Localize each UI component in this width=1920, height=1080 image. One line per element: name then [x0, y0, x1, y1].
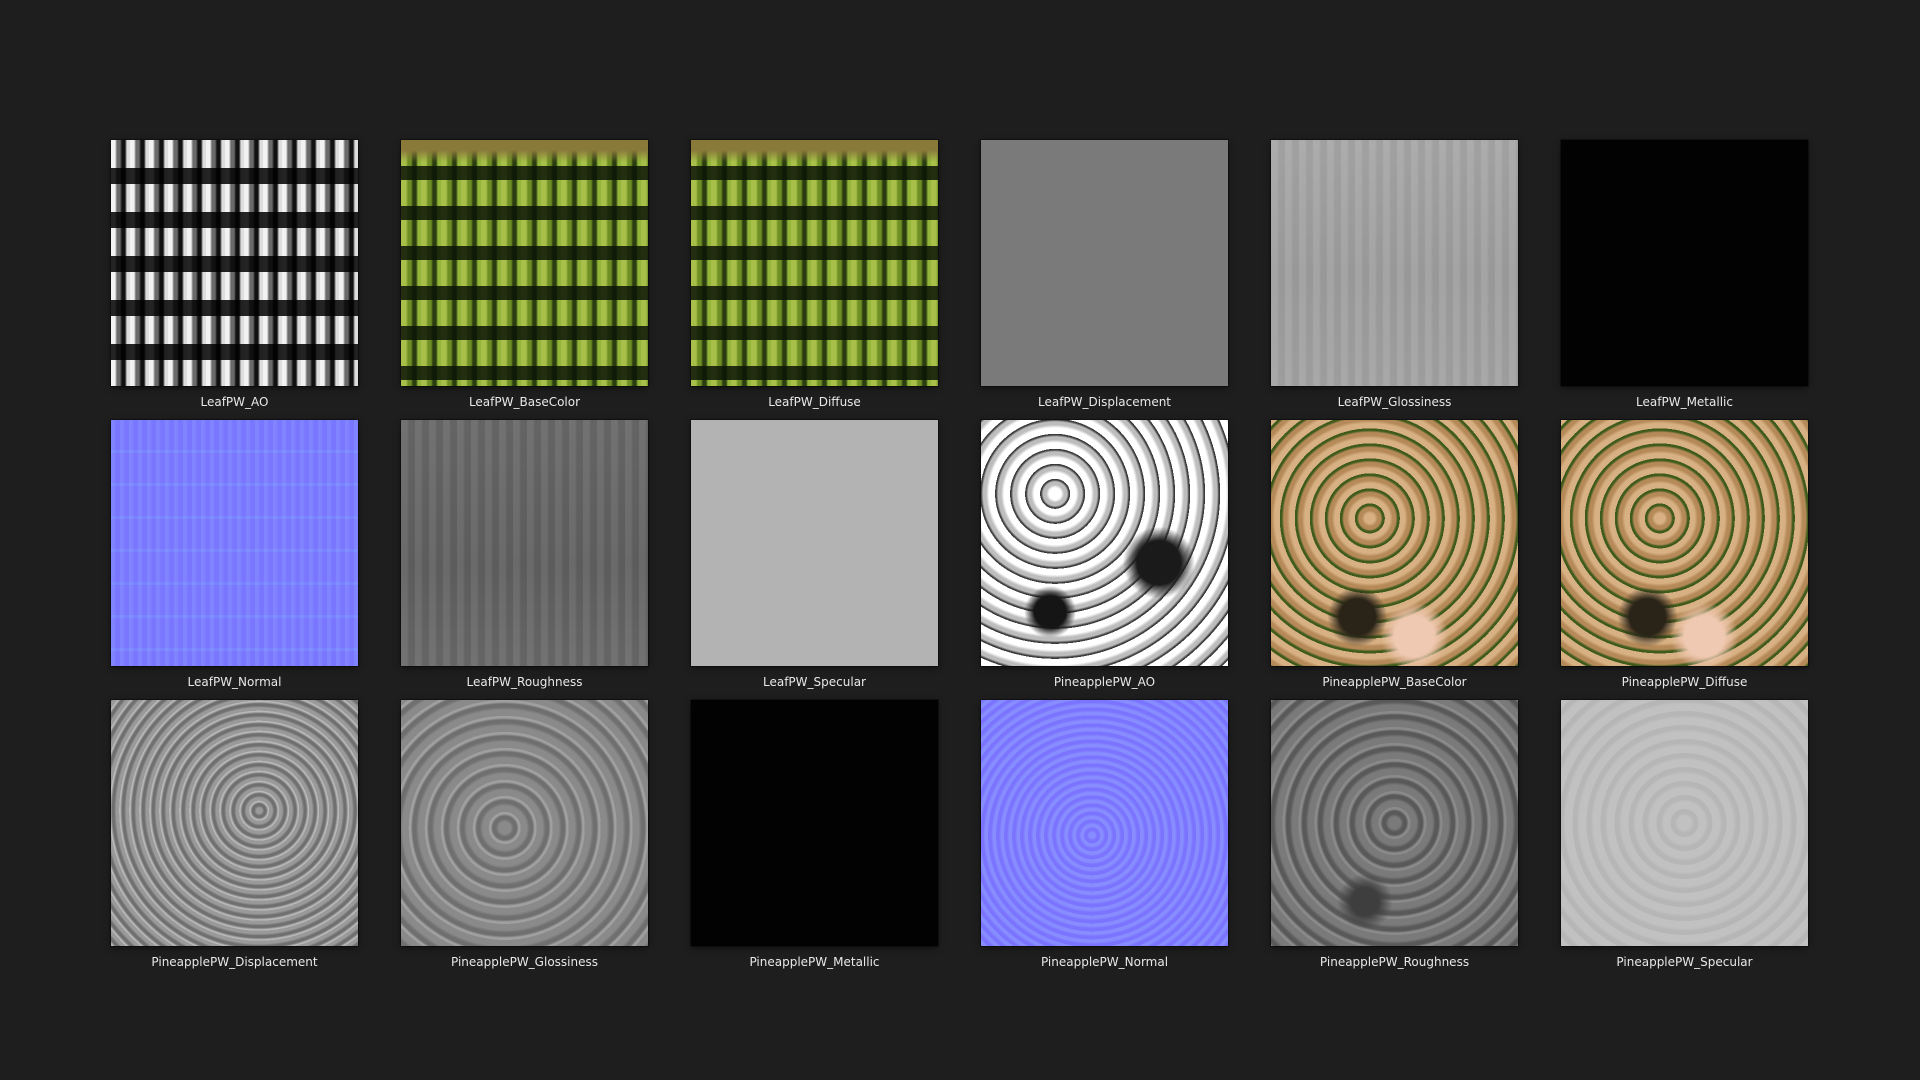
file-name: LeafPW_Specular	[763, 675, 866, 689]
texture-preview[interactable]	[401, 700, 648, 946]
texture-preview[interactable]	[401, 140, 648, 386]
thumbnail-leafpw-basecolor[interactable]: LeafPW_BaseColor	[401, 140, 648, 420]
file-name: LeafPW_Metallic	[1636, 395, 1733, 409]
file-name: PineapplePW_Displacement	[151, 955, 318, 969]
thumbnail-pineapplepw-glossiness[interactable]: PineapplePW_Glossiness	[401, 700, 648, 980]
texture-preview[interactable]	[691, 140, 938, 386]
thumbnail-pineapplepw-basecolor[interactable]: PineapplePW_BaseColor	[1271, 420, 1518, 700]
texture-preview[interactable]	[111, 420, 358, 666]
file-name: LeafPW_AO	[200, 395, 269, 409]
thumbnail-pineapplepw-metallic[interactable]: PineapplePW_Metallic	[691, 700, 938, 980]
thumbnail-leafpw-ao[interactable]: LeafPW_AO	[111, 140, 358, 420]
thumbnail-leafpw-metallic[interactable]: LeafPW_Metallic	[1561, 140, 1808, 420]
file-name: LeafPW_Diffuse	[768, 395, 861, 409]
file-name: PineapplePW_Specular	[1616, 955, 1753, 969]
texture-preview[interactable]	[691, 700, 938, 946]
file-name: LeafPW_BaseColor	[468, 395, 581, 409]
texture-preview[interactable]	[1271, 700, 1518, 946]
thumbnail-leafpw-specular[interactable]: LeafPW_Specular	[691, 420, 938, 700]
thumbnail-pineapplepw-ao[interactable]: PineapplePW_AO	[981, 420, 1228, 700]
thumbnail-pineapplepw-displacement[interactable]: PineapplePW_Displacement	[111, 700, 358, 980]
file-name: LeafPW_Glossiness	[1337, 395, 1452, 409]
file-name: LeafPW_Roughness	[466, 675, 583, 689]
thumbnail-leafpw-roughness[interactable]: LeafPW_Roughness	[401, 420, 648, 700]
texture-preview[interactable]	[1561, 140, 1808, 386]
texture-preview[interactable]	[1561, 420, 1808, 666]
texture-preview[interactable]	[1561, 700, 1808, 946]
thumbnail-pineapplepw-specular[interactable]: PineapplePW_Specular	[1561, 700, 1808, 980]
texture-preview[interactable]	[691, 420, 938, 666]
file-name: PineapplePW_AO	[1053, 675, 1156, 689]
thumbnail-pineapplepw-diffuse[interactable]: PineapplePW_Diffuse	[1561, 420, 1808, 700]
file-name: LeafPW_Displacement	[1037, 395, 1172, 409]
file-name: PineapplePW_Glossiness	[450, 955, 598, 969]
thumbnail-grid: LeafPW_AO LeafPW_BaseColor LeafPW_Diffus…	[111, 140, 1808, 980]
file-name: PineapplePW_Diffuse	[1621, 675, 1748, 689]
thumbnail-pineapplepw-roughness[interactable]: PineapplePW_Roughness	[1271, 700, 1518, 980]
texture-preview[interactable]	[981, 700, 1228, 946]
texture-preview[interactable]	[981, 140, 1228, 386]
texture-preview[interactable]	[1271, 420, 1518, 666]
texture-preview[interactable]	[401, 420, 648, 666]
texture-preview[interactable]	[111, 700, 358, 946]
thumbnail-leafpw-displacement[interactable]: LeafPW_Displacement	[981, 140, 1228, 420]
texture-preview[interactable]	[111, 140, 358, 386]
file-name: PineapplePW_Normal	[1040, 955, 1169, 969]
thumbnail-pineapplepw-normal[interactable]: PineapplePW_Normal	[981, 700, 1228, 980]
thumbnail-leafpw-normal[interactable]: LeafPW_Normal	[111, 420, 358, 700]
file-name: PineapplePW_BaseColor	[1322, 675, 1467, 689]
texture-preview[interactable]	[1271, 140, 1518, 386]
thumbnail-leafpw-diffuse[interactable]: LeafPW_Diffuse	[691, 140, 938, 420]
file-name: LeafPW_Normal	[187, 675, 282, 689]
texture-preview[interactable]	[981, 420, 1228, 666]
file-name: PineapplePW_Metallic	[749, 955, 880, 969]
file-name: PineapplePW_Roughness	[1319, 955, 1470, 969]
thumbnail-leafpw-glossiness[interactable]: LeafPW_Glossiness	[1271, 140, 1518, 420]
